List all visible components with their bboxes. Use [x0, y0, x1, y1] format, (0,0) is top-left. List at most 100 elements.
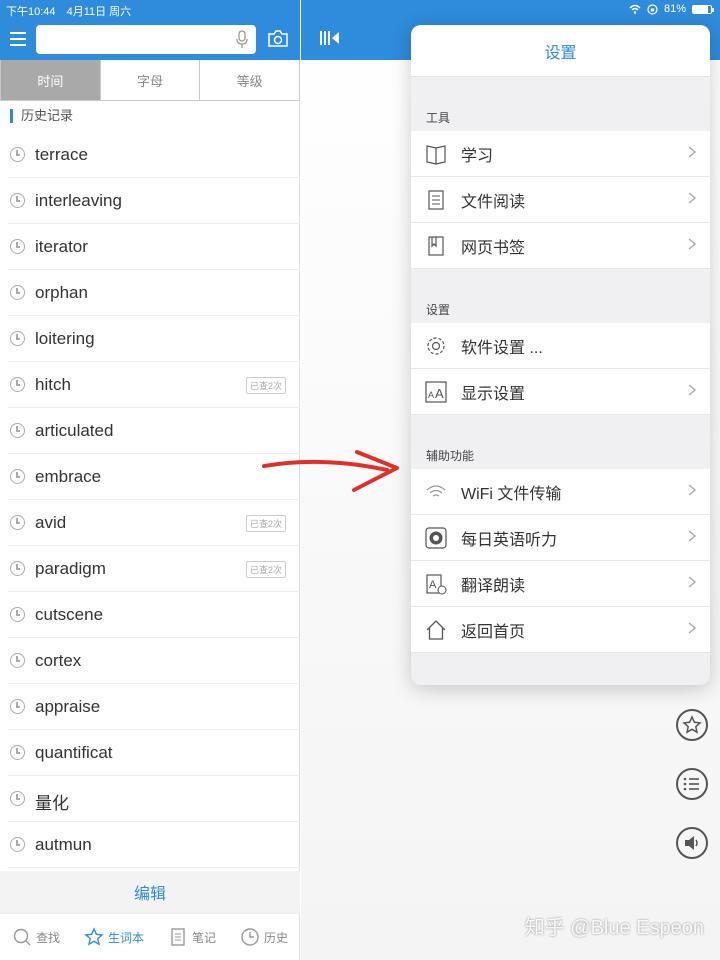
- sidebar-toggle-icon[interactable]: [319, 30, 341, 46]
- menu-item-label: 网页书签: [461, 239, 526, 257]
- tab-label: 生词本: [107, 930, 144, 945]
- history-row[interactable]: appraise: [8, 684, 300, 730]
- lookup-count-badge: 已查2次: [245, 377, 286, 394]
- menu-item-listening[interactable]: 每日英语听力: [411, 515, 710, 561]
- history-row[interactable]: terrace: [8, 132, 300, 178]
- segment-1[interactable]: 字母: [101, 60, 201, 100]
- history-word: avid: [35, 513, 67, 532]
- menu-item-label: 每日英语听力: [461, 531, 558, 549]
- menu-group-label: 辅助功能: [426, 449, 475, 463]
- history-row[interactable]: cutscene: [8, 592, 300, 638]
- lookup-count-badge: 已查2次: [245, 561, 286, 578]
- font-size-icon: AA: [425, 380, 447, 403]
- watermark: 知乎 @Blue Espeon: [524, 917, 704, 939]
- history-row[interactable]: avid 已查2次: [8, 500, 300, 546]
- segment-0[interactable]: 时间: [1, 60, 101, 100]
- history-word: orphan: [35, 283, 88, 302]
- search-icon: [13, 928, 31, 946]
- history-word: quantificat: [35, 743, 113, 762]
- history-row[interactable]: autmun: [8, 822, 300, 868]
- chevron-right-icon: [688, 484, 696, 496]
- status-date: 4月11日 周六: [66, 6, 132, 18]
- settings-popup: 设置 工具 学习 文件阅读 网页书签 设置 软件设置 ... A A 显示设置 辅助功能 WiFi …: [411, 25, 710, 685]
- history-word: paradigm: [35, 559, 106, 578]
- history-word: 量化: [35, 794, 69, 813]
- clock-icon: [241, 928, 259, 946]
- chevron-right-icon: [688, 146, 696, 158]
- bottom-tab-bar: 查找 生词本 笔记 历史: [0, 913, 300, 960]
- lookup-count-badge: 已查2次: [245, 515, 286, 532]
- clock-icon: [10, 561, 25, 576]
- history-row[interactable]: paradigm 已查2次: [8, 546, 300, 592]
- menu-item-label: 软件设置 ...: [461, 339, 543, 357]
- menu-item-document[interactable]: 文件阅读: [411, 177, 710, 223]
- history-word: autmun: [35, 835, 92, 854]
- history-word: hitch: [35, 375, 71, 394]
- edit-button[interactable]: 编辑: [0, 871, 300, 913]
- clock-icon: [10, 515, 25, 530]
- camera-icon[interactable]: [268, 29, 288, 47]
- note-icon: [171, 928, 185, 946]
- tab-star[interactable]: 生词本: [84, 927, 144, 947]
- menu-item-wifi[interactable]: WiFi 文件传输: [411, 469, 710, 515]
- history-row[interactable]: interleaving: [8, 178, 300, 224]
- segment-2[interactable]: 等级: [200, 60, 299, 100]
- clock-icon: [10, 331, 25, 346]
- menu-group-label: 工具: [426, 111, 451, 125]
- history-row[interactable]: orphan: [8, 270, 300, 316]
- favorite-star-icon[interactable]: [676, 709, 708, 741]
- tab-search[interactable]: 查找: [12, 927, 60, 947]
- tab-label: 查找: [35, 930, 60, 945]
- history-word: embrace: [35, 467, 102, 486]
- svg-text:A: A: [428, 390, 434, 400]
- history-row[interactable]: hitch 已查2次: [8, 362, 300, 408]
- orientation-lock-icon: [647, 3, 658, 15]
- chevron-right-icon: [688, 238, 696, 250]
- microphone-icon[interactable]: [236, 30, 248, 49]
- battery-icon: [692, 4, 714, 14]
- list-icon[interactable]: [676, 768, 708, 800]
- history-word: cutscene: [35, 605, 104, 624]
- red-arrow-annotation: [262, 450, 399, 492]
- menu-item-gear[interactable]: 软件设置 ...: [411, 323, 710, 369]
- tab-note[interactable]: 笔记: [168, 927, 216, 947]
- translate-icon: A: [426, 573, 447, 594]
- search-input[interactable]: [36, 25, 256, 54]
- history-section-title: 历史记录: [10, 109, 73, 123]
- clock-icon: [10, 745, 25, 760]
- sort-segmented-control: 时间 字母 等级: [0, 60, 300, 101]
- svg-text:A: A: [435, 386, 444, 401]
- menu-item-home[interactable]: 返回首页: [411, 607, 710, 653]
- history-word: articulated: [35, 421, 114, 440]
- settings-popup-title: 设置: [411, 25, 710, 77]
- menu-item-bookmark[interactable]: 网页书签: [411, 223, 710, 269]
- history-word: terrace: [35, 145, 88, 164]
- history-row[interactable]: iterator: [8, 224, 300, 270]
- history-row[interactable]: embrace: [8, 454, 300, 500]
- history-row[interactable]: 量化: [8, 776, 300, 822]
- tab-label: 历史: [263, 930, 288, 945]
- clock-icon: [10, 837, 25, 852]
- history-row[interactable]: cortex: [8, 638, 300, 684]
- menu-item-translate[interactable]: A 翻译朗读: [411, 561, 710, 607]
- history-list: terrace interleaving iterator orphan loiteri…: [0, 132, 300, 868]
- clock-icon: [10, 285, 25, 300]
- menu-item-book[interactable]: 学习: [411, 131, 710, 177]
- speaker-icon[interactable]: [676, 827, 708, 859]
- wifi-status-icon: [629, 4, 641, 14]
- clock-icon: [10, 423, 25, 438]
- tab-clock[interactable]: 历史: [240, 927, 288, 947]
- status-bar: 下午10:44 4月11日 周六 81%: [0, 0, 720, 20]
- menu-item-label: 显示设置: [461, 385, 526, 403]
- history-row[interactable]: loitering: [8, 316, 300, 362]
- menu-item-font-size[interactable]: A A 显示设置: [411, 369, 710, 415]
- history-row[interactable]: articulated: [8, 408, 300, 454]
- menu-item-label: WiFi 文件传输: [461, 485, 562, 503]
- menu-icon[interactable]: [10, 32, 26, 46]
- history-row[interactable]: quantificat: [8, 730, 300, 776]
- gear-icon: [427, 336, 445, 355]
- menu-item-label: 翻译朗读: [461, 577, 526, 595]
- chevron-right-icon: [688, 530, 696, 542]
- battery-percent: 81%: [663, 3, 686, 15]
- bookmark-icon: [428, 235, 444, 256]
